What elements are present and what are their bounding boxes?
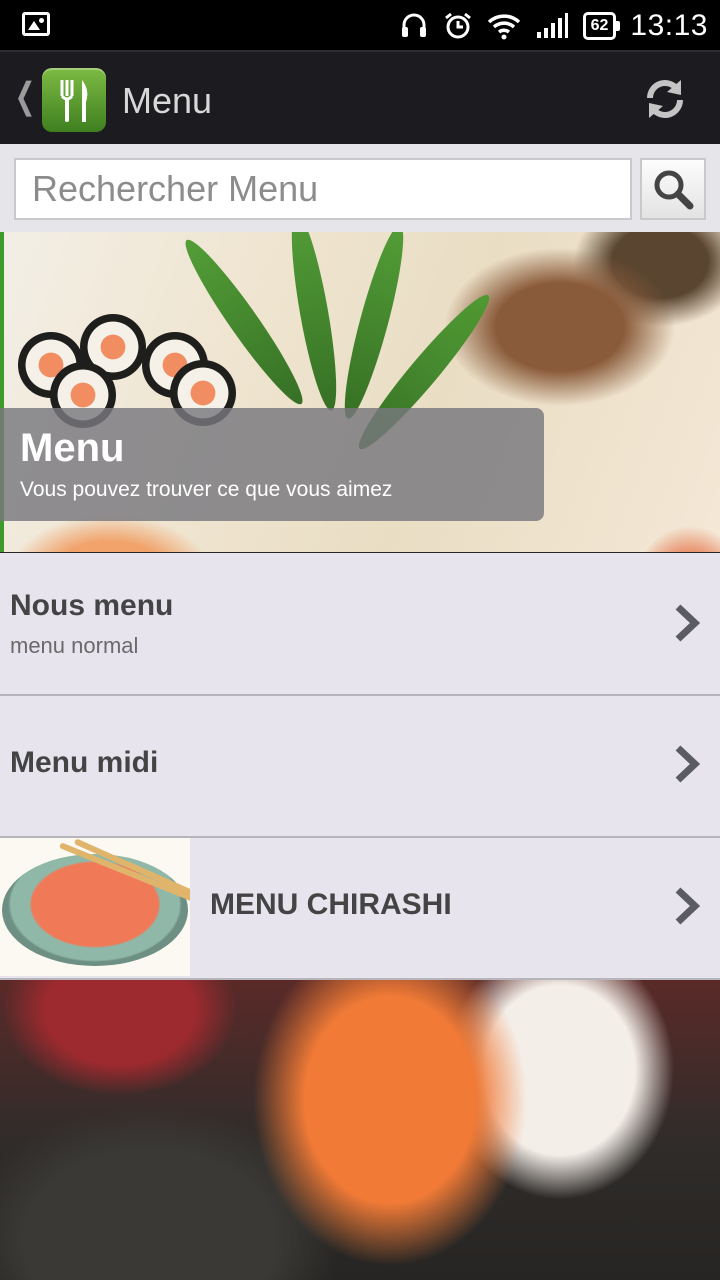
status-icons: 62 13:13 xyxy=(399,6,708,46)
list-item-menu-chirashi[interactable]: MENU CHIRASHI xyxy=(0,838,720,980)
search-icon xyxy=(654,170,694,210)
list-item-title: Menu midi xyxy=(10,746,159,779)
chirashi-thumbnail-image xyxy=(0,838,190,976)
signal-icon xyxy=(535,12,569,40)
battery-icon: 62 xyxy=(582,12,621,40)
page-title: Menu xyxy=(122,80,213,121)
hero-caption: Menu Vous pouvez trouver ce que vous aim… xyxy=(0,408,544,521)
search-input[interactable] xyxy=(14,158,632,220)
chevron-right-icon xyxy=(674,886,701,926)
back-chevron-icon[interactable]: ❮ xyxy=(15,76,36,116)
chevron-right-icon xyxy=(674,603,701,643)
list-item-nous-menu[interactable]: Nous menu menu normal xyxy=(0,553,720,696)
status-bar: 62 13:13 xyxy=(0,0,720,50)
refresh-button[interactable] xyxy=(640,74,690,124)
search-button[interactable] xyxy=(640,158,706,220)
image-notification-icon xyxy=(22,12,50,36)
alarm-icon xyxy=(443,11,473,41)
action-bar: ❮ Menu xyxy=(0,50,720,144)
chirashi-bowl xyxy=(2,854,188,966)
hero-title: Menu xyxy=(20,426,125,470)
status-clock: 13:13 xyxy=(630,9,708,42)
headset-icon xyxy=(399,11,429,41)
list-item-subtitle: menu normal xyxy=(10,633,139,658)
sushi-background-image xyxy=(0,980,720,1280)
refresh-icon xyxy=(647,80,683,118)
search-bar xyxy=(0,144,720,232)
hero-subtitle: Vous pouvez trouver ce que vous aimez xyxy=(20,478,393,501)
list-item-title: Nous menu xyxy=(10,589,174,622)
list-item-title: MENU CHIRASHI xyxy=(210,888,452,921)
fork-knife-icon[interactable] xyxy=(42,68,106,132)
list-item-menu-midi[interactable]: Menu midi xyxy=(0,696,720,838)
chevron-right-icon xyxy=(674,744,701,784)
battery-level: 62 xyxy=(590,17,609,34)
wifi-icon xyxy=(487,12,521,40)
